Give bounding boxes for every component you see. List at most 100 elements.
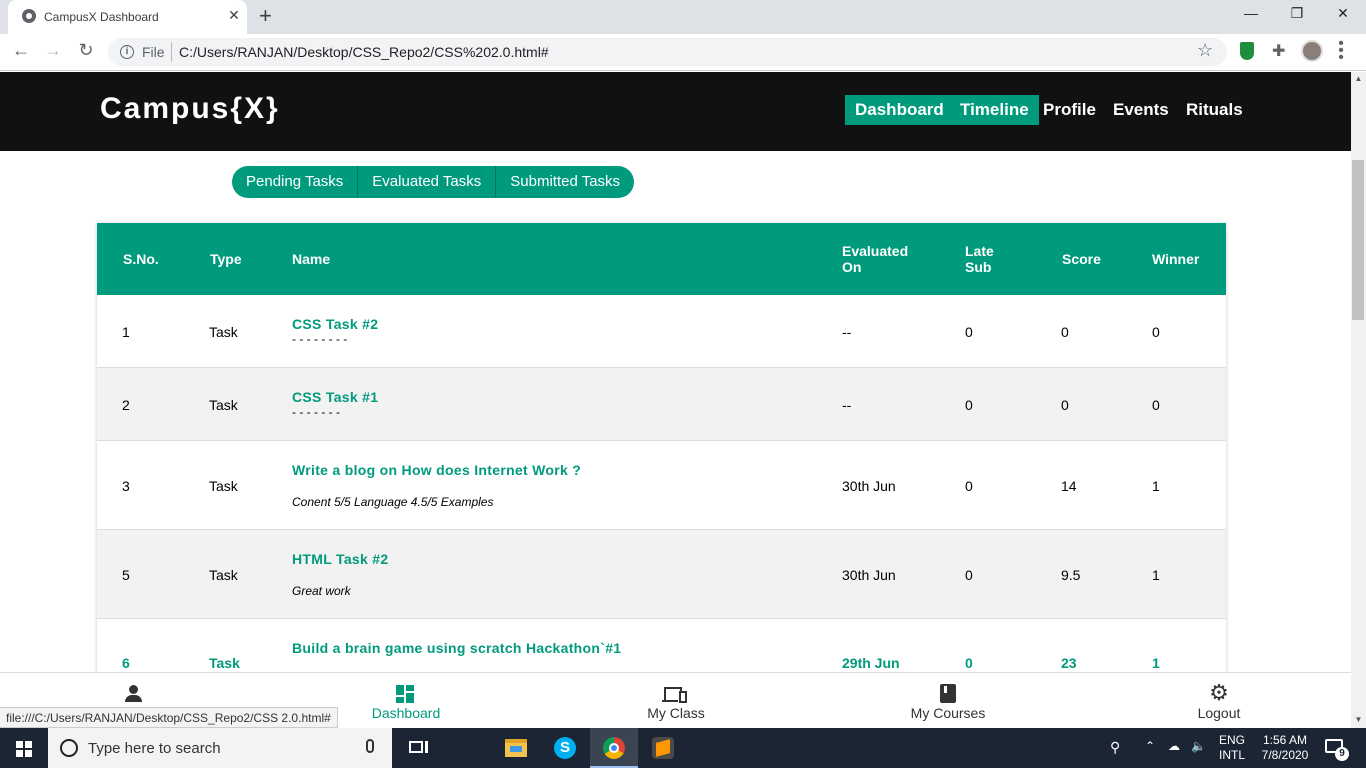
cell-sno: 5 (122, 567, 130, 583)
reload-icon[interactable]: ↻ (74, 40, 98, 61)
clock-time: 1:56 AM (1262, 733, 1308, 747)
nav-events[interactable]: Events (1103, 95, 1179, 125)
site-header: Campus{X} Dashboard Timeline Profile Eve… (0, 72, 1351, 151)
task-view-icon[interactable] (395, 728, 443, 768)
notification-center-icon[interactable]: 9 (1325, 739, 1349, 761)
header-evaluated-line1: Evaluated (842, 243, 909, 259)
new-tab-button[interactable]: + (259, 3, 272, 29)
extensions-puzzle-icon[interactable]: ✚ (1272, 41, 1285, 61)
header-sno: S.No. (123, 251, 159, 267)
tab-evaluated-tasks[interactable]: Evaluated Tasks (358, 166, 497, 198)
cell-evaluated-on: 29th Jun (842, 655, 900, 671)
chrome-taskbar-icon[interactable] (590, 728, 638, 768)
address-bar[interactable]: i File C:/Users/RANJAN/Desktop/CSS_Repo2… (108, 38, 1227, 66)
scrollbar-thumb[interactable] (1352, 160, 1364, 320)
cell-evaluated-on: -- (842, 324, 852, 340)
cell-late-sub: 0 (965, 478, 973, 494)
restore-button[interactable]: ❐ (1274, 5, 1320, 22)
cell-type: Task (209, 324, 238, 340)
table-row[interactable]: 5 Task HTML Task #2 Great work 30th Jun … (97, 530, 1226, 619)
task-feedback: - - - - - - - (292, 405, 340, 419)
file-explorer-icon[interactable] (492, 728, 540, 768)
header-evaluated-on: Evaluated On (842, 223, 908, 295)
scroll-down-arrow-icon[interactable]: ▼ (1351, 713, 1366, 727)
tab-close-icon[interactable]: ✕ (226, 7, 242, 24)
search-icon (60, 739, 78, 757)
nav-dashboard[interactable]: Dashboard (845, 95, 954, 125)
search-placeholder: Type here to search (88, 740, 221, 757)
devices-icon (616, 683, 736, 703)
cell-sno: 6 (122, 655, 130, 671)
header-evaluated-line2: On (842, 259, 862, 275)
language-indicator[interactable]: ENG INTL (1219, 733, 1245, 763)
back-arrow-icon[interactable]: ← (9, 40, 33, 61)
cell-late-sub: 0 (965, 397, 973, 413)
cell-winner: 1 (1152, 478, 1160, 494)
windows-start-icon[interactable] (0, 728, 48, 768)
taskbar-search-box[interactable]: Type here to search (48, 728, 392, 768)
cell-score: 0 (1061, 397, 1069, 413)
minimize-button[interactable]: — (1228, 5, 1274, 21)
tab-pending-tasks[interactable]: Pending Tasks (232, 166, 359, 198)
microphone-icon[interactable] (366, 739, 374, 753)
people-icon[interactable]: ⚲ (1110, 739, 1120, 756)
cell-score: 23 (1061, 655, 1077, 671)
divider (171, 42, 172, 62)
nav-rituals[interactable]: Rituals (1176, 95, 1253, 125)
shield-extension-icon[interactable] (1240, 42, 1254, 60)
bottom-nav-label: Dashboard (371, 705, 441, 721)
header-score: Score (1062, 251, 1101, 267)
task-name-link[interactable]: CSS Task #1 (292, 389, 378, 405)
bottom-nav-label: My Courses (910, 705, 986, 721)
task-name-link[interactable]: Build a brain game using scratch Hackath… (292, 640, 621, 656)
volume-muted-icon[interactable]: 🔈 (1191, 739, 1206, 753)
table-row[interactable]: 3 Task Write a blog on How does Internet… (97, 441, 1226, 530)
keyboard-layout: INTL (1219, 748, 1246, 762)
tab-submitted-tasks[interactable]: Submitted Tasks (496, 166, 634, 198)
tab-title: CampusX Dashboard (44, 10, 159, 24)
task-name-link[interactable]: CSS Task #2 (292, 316, 378, 332)
bottom-nav-label: Logout (1197, 705, 1241, 721)
header-type: Type (210, 251, 242, 267)
cell-winner: 0 (1152, 324, 1160, 340)
task-name-link[interactable]: Write a blog on How does Internet Work ? (292, 462, 581, 478)
browser-tab-strip: CampusX Dashboard ✕ + — ❐ ✕ (0, 0, 1366, 34)
skype-icon[interactable]: S (541, 728, 589, 768)
cell-score: 14 (1061, 478, 1077, 494)
scroll-up-arrow-icon[interactable]: ▲ (1351, 72, 1366, 86)
notification-badge: 9 (1335, 747, 1349, 761)
clock[interactable]: 1:56 AM 7/8/2020 (1255, 733, 1315, 763)
browser-tab[interactable]: CampusX Dashboard ✕ (8, 0, 247, 34)
network-icon[interactable]: ☁ (1168, 739, 1180, 753)
bookmark-star-icon[interactable]: ☆ (1197, 40, 1213, 61)
cell-late-sub: 0 (965, 324, 973, 340)
close-window-button[interactable]: ✕ (1320, 5, 1366, 22)
browser-menu-icon[interactable]: • • • (1336, 36, 1346, 66)
sublime-text-icon[interactable] (639, 728, 687, 768)
profile-avatar[interactable] (1301, 40, 1323, 62)
forward-arrow-icon[interactable]: → (41, 40, 65, 61)
task-name-link[interactable]: HTML Task #2 (292, 551, 388, 567)
table-row[interactable]: 6 Task Build a brain game using scratch … (97, 619, 1226, 679)
tasks-table: S.No. Type Name Evaluated On Late Sub Scor… (97, 223, 1226, 679)
nav-timeline[interactable]: Timeline (950, 95, 1039, 125)
info-icon[interactable]: i (120, 45, 134, 59)
table-row[interactable]: 1 Task CSS Task #2 - - - - - - - - -- 0 … (97, 295, 1226, 368)
nav-profile[interactable]: Profile (1033, 95, 1106, 125)
cell-evaluated-on: 30th Jun (842, 567, 896, 583)
bottom-nav-my-class[interactable]: My Class (616, 673, 736, 729)
bottom-nav-logout[interactable]: ⚙ Logout (1159, 673, 1279, 729)
file-label: File (142, 44, 165, 60)
bottom-nav-dashboard[interactable]: Dashboard (346, 673, 466, 729)
task-filter-tabs: Pending Tasks Evaluated Tasks Submitted … (232, 166, 635, 198)
header-late-sub: Late Sub (965, 223, 994, 295)
cell-sno: 1 (122, 324, 130, 340)
url-text[interactable]: C:/Users/RANJAN/Desktop/CSS_Repo2/CSS%20… (179, 44, 549, 60)
tray-chevron-up-icon[interactable]: ⌃ (1145, 739, 1155, 753)
book-icon (888, 683, 1008, 703)
task-feedback: Great work (292, 584, 351, 598)
header-winner: Winner (1152, 251, 1200, 267)
bottom-nav-my-courses[interactable]: My Courses (888, 673, 1008, 729)
table-row[interactable]: 2 Task CSS Task #1 - - - - - - - -- 0 0 … (97, 368, 1226, 441)
site-logo[interactable]: Campus{X} (100, 92, 280, 126)
